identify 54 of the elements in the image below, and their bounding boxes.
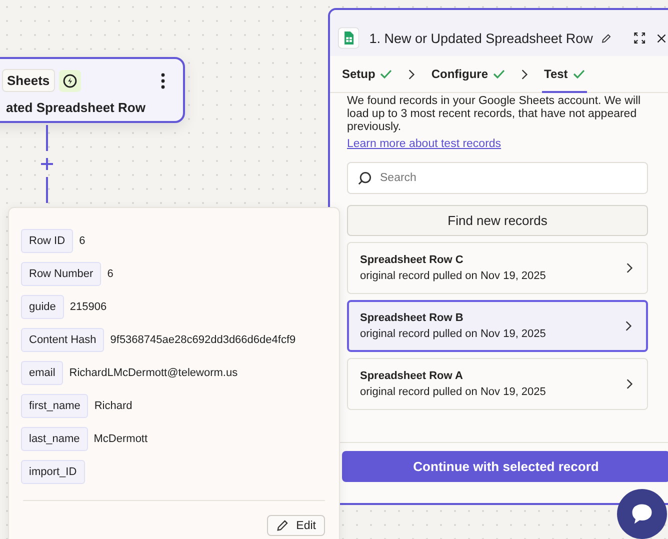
record-subtitle: original record pulled on Nov 19, 2025 (360, 328, 546, 340)
field-key: last_name (21, 426, 88, 450)
chevron-right-icon (408, 68, 416, 80)
learn-more-link[interactable]: Learn more about test records (347, 138, 502, 150)
field-value: McDermott (94, 432, 148, 444)
chevron-right-icon (626, 262, 633, 274)
chat-button[interactable] (617, 489, 667, 539)
field-key: Row ID (21, 228, 74, 252)
record-item[interactable]: Spreadsheet Row B original record pulled on Nov 19, 2025 (347, 300, 648, 352)
edit-button[interactable]: Edit (267, 515, 325, 536)
field-key: guide (21, 294, 64, 318)
chevron-right-icon (625, 320, 632, 332)
check-icon (572, 68, 585, 78)
pencil-icon (276, 519, 290, 532)
record-item[interactable]: Spreadsheet Row C original record pulled on Nov 19, 2025 (347, 242, 648, 294)
continue-button[interactable]: Continue with selected record (342, 451, 668, 482)
close-icon[interactable] (657, 32, 666, 44)
field-value: 6 (79, 234, 86, 246)
spreadsheet-app-icon (338, 25, 360, 51)
record-subtitle: original record pulled on Nov 19, 2025 (360, 386, 546, 398)
field-value: 6 (107, 268, 114, 280)
chevron-right-icon (521, 68, 528, 80)
chevron-right-icon (626, 378, 633, 390)
field-value: 215906 (70, 300, 107, 312)
field-key: Content Hash (21, 328, 104, 352)
check-icon (380, 68, 392, 78)
intro-text: We found records in your Google Sheets account. We will load up to 3 most recent records, that have not appeared previously. (347, 95, 642, 134)
search-icon (357, 171, 372, 186)
more-icon[interactable] (161, 72, 165, 88)
expand-icon[interactable] (634, 31, 645, 45)
record-title: Spreadsheet Row A (360, 370, 464, 382)
record-item[interactable]: Spreadsheet Row A original record pulled on Nov 19, 2025 (347, 358, 648, 410)
step-tab[interactable]: Configure (429, 56, 508, 92)
pencil-icon[interactable] (600, 32, 612, 44)
lightning-icon (58, 70, 81, 92)
panel-title: 1. New or Updated Spreadsheet Row (369, 30, 593, 46)
search-field[interactable]: Search (347, 162, 648, 194)
field-key: email (21, 360, 64, 384)
find-new-records-button[interactable]: Find new records (347, 205, 648, 236)
app-label: Sheets (2, 69, 55, 92)
node-title: ated Spreadsheet Row (6, 100, 146, 115)
record-subtitle: original record pulled on Nov 19, 2025 (360, 270, 546, 282)
step-tab[interactable]: Test (542, 56, 587, 92)
record-title: Spreadsheet Row B (360, 312, 464, 324)
field-value: Richard (94, 400, 132, 412)
field-value: RichardLMcDermott@teleworm.us (69, 366, 238, 378)
trigger-node-card[interactable]: Sheets ated Spreadsheet Row (0, 57, 185, 123)
field-key: first_name (21, 394, 88, 418)
check-icon (493, 68, 506, 78)
field-value: 9f5368745ae28c692dd3d66d6de4fcf9 (110, 334, 296, 346)
field-key: import_ID (21, 460, 85, 484)
field-key: Row Number (21, 262, 102, 286)
step-tab[interactable]: Setup (340, 56, 394, 92)
record-title: Spreadsheet Row C (360, 254, 464, 266)
